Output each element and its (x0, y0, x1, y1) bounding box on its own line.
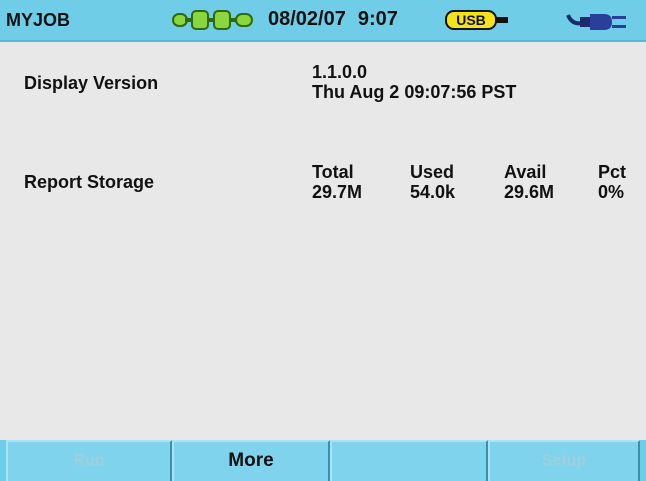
more-button[interactable]: More (172, 440, 330, 481)
storage-avail: Avail 29.6M (504, 162, 554, 202)
storage-used-header: Used (410, 162, 455, 182)
display-version-value: 1.1.0.0 Thu Aug 2 09:07:56 PST (312, 62, 516, 102)
storage-pct-value: 0% (598, 182, 625, 202)
storage-total: Total 29.7M (312, 162, 362, 202)
storage-pct-header: Pct (598, 162, 627, 182)
storage-avail-value: 29.6M (504, 182, 555, 202)
storage-total-header: Total (312, 162, 354, 182)
blank-softkey-button[interactable] (330, 440, 488, 481)
run-button[interactable]: Run (6, 440, 172, 481)
build-date: Thu Aug 2 09:07:56 PST (312, 82, 517, 102)
storage-used: Used 54.0k (410, 162, 455, 202)
device-screen: MYJOB 08/02/07 9:07 USB Display Version … (0, 0, 646, 481)
power-plug-icon (566, 9, 628, 38)
setup-button[interactable]: Setup (488, 440, 640, 481)
storage-pct: Pct 0% (598, 162, 626, 202)
version-number: 1.1.0.0 (312, 62, 368, 82)
storage-total-value: 29.7M (312, 182, 363, 202)
status-date: 08/02/07 (268, 8, 346, 30)
usb-icon: USB (445, 9, 515, 36)
status-time: 9:07 (357, 8, 398, 30)
usb-label: USB (456, 12, 486, 28)
date-time: 08/02/07 9:07 (268, 8, 398, 31)
display-version-label: Display Version (24, 73, 159, 93)
report-storage-label: Report Storage (24, 172, 155, 192)
storage-avail-header: Avail (504, 162, 547, 182)
status-bar: MYJOB 08/02/07 9:07 USB (0, 0, 646, 42)
connection-link-icon (172, 9, 256, 36)
storage-used-value: 54.0k (410, 182, 456, 202)
job-title: MYJOB (6, 10, 71, 30)
